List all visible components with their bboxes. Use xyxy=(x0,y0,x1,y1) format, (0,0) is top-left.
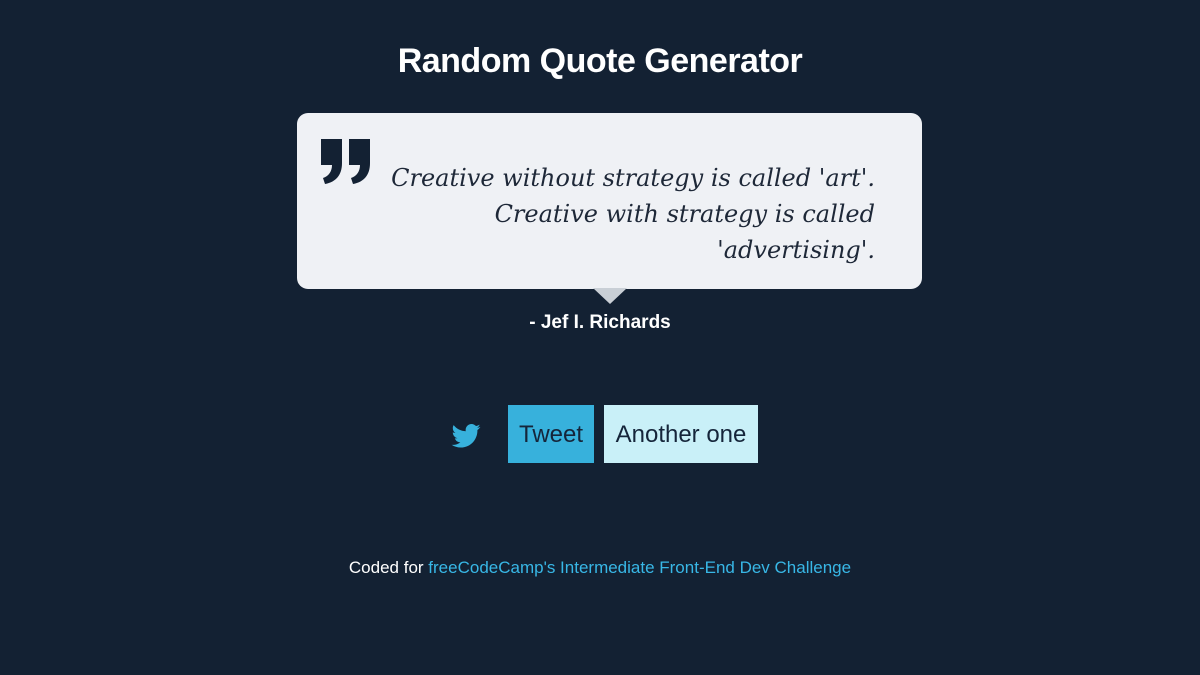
another-quote-button[interactable]: Another one xyxy=(604,405,758,463)
page-title: Random Quote Generator xyxy=(397,42,803,80)
quote-line: Creative with strategy is called 'advert… xyxy=(494,200,875,264)
tweet-button[interactable]: Tweet xyxy=(508,405,594,463)
twitter-icon[interactable] xyxy=(451,424,481,448)
quote-line: Creative without strategy is called 'art… xyxy=(391,164,875,192)
quote-text: Creative without strategy is called 'art… xyxy=(345,160,875,268)
quote-author: - Jef I. Richards xyxy=(529,312,671,333)
freecodecamp-link[interactable]: freeCodeCamp's Intermediate Front-End De… xyxy=(428,558,851,577)
footer: Coded for freeCodeCamp's Intermediate Fr… xyxy=(0,558,1200,578)
footer-prefix: Coded for xyxy=(348,558,429,577)
quote-card-pointer xyxy=(593,288,627,304)
